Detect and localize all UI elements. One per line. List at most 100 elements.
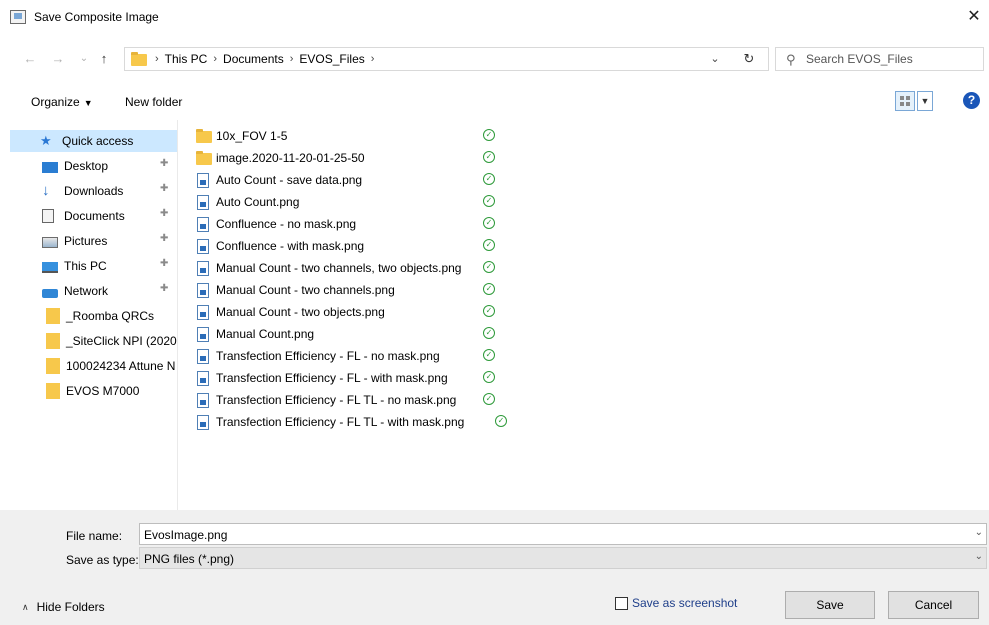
png-file-icon — [196, 304, 210, 320]
file-name: Auto Count - save data.png — [216, 173, 363, 187]
list-item[interactable]: Manual Count.png ✓ — [196, 324, 516, 344]
pin-icon[interactable]: ✚ — [160, 183, 168, 194]
file-name: Auto Count.png — [216, 195, 300, 209]
breadcrumb-this-pc[interactable]: This PC — [165, 52, 208, 66]
hide-folders-button[interactable]: ∧ Hide Folders — [22, 600, 105, 614]
file-name: Manual Count.png — [216, 327, 315, 341]
sync-status-icon: ✓ — [483, 393, 495, 405]
pin-icon[interactable]: ✚ — [160, 158, 168, 169]
list-item[interactable]: Transfection Efficiency - FL TL - no mas… — [196, 390, 516, 410]
command-bar: Organize ▼ New folder ▼ ? — [0, 88, 989, 116]
breadcrumb: › This PC › Documents › EVOS_Files › — [155, 52, 374, 66]
sidebar-item-attune[interactable]: 100024234 Attune N — [10, 355, 177, 377]
back-button[interactable]: ← — [22, 50, 38, 68]
folder-icon — [196, 150, 212, 166]
png-file-icon — [196, 238, 210, 254]
sync-status-icon: ✓ — [483, 217, 495, 229]
list-item[interactable]: image.2020-11-20-01-25-50 ✓ — [196, 148, 516, 168]
list-item[interactable]: Manual Count - two channels.png ✓ — [196, 280, 516, 300]
search-input[interactable] — [806, 51, 976, 67]
list-item[interactable]: 10x_FOV 1-5 ✓ — [196, 126, 516, 146]
search-box[interactable]: ⚲ — [775, 47, 984, 71]
sidebar-item-downloads[interactable]: ↓ Downloads ✚ — [10, 180, 177, 202]
sync-status-icon: ✓ — [483, 195, 495, 207]
sidebar-item-desktop[interactable]: Desktop ✚ — [10, 155, 177, 177]
sidebar-item-network[interactable]: Network ✚ — [10, 280, 177, 302]
folder-icon — [196, 128, 212, 144]
png-file-icon — [196, 282, 210, 298]
checkbox-box[interactable] — [615, 596, 628, 610]
window-title: Save Composite Image — [34, 10, 159, 24]
file-name-input[interactable] — [144, 527, 964, 542]
sidebar-item-siteclick-npi[interactable]: _SiteClick NPI (2020 — [10, 330, 177, 352]
chevron-down-icon[interactable]: ⌄ — [975, 527, 983, 538]
pin-icon[interactable]: ✚ — [160, 208, 168, 219]
organize-button[interactable]: Organize ▼ — [31, 95, 93, 109]
breadcrumb-documents[interactable]: Documents — [223, 52, 284, 66]
sidebar-item-quick-access[interactable]: ★ Quick access — [10, 130, 177, 152]
address-bar[interactable]: › This PC › Documents › EVOS_Files › ⌄ ↻ — [124, 47, 769, 71]
pin-icon[interactable]: ✚ — [160, 233, 168, 244]
file-name: Confluence - with mask.png — [216, 239, 365, 253]
folder-icon — [46, 383, 60, 399]
sync-status-icon: ✓ — [483, 371, 495, 383]
pin-icon[interactable]: ✚ — [160, 283, 168, 294]
cancel-button[interactable]: Cancel — [888, 591, 979, 619]
png-file-icon — [196, 172, 210, 188]
sync-status-icon: ✓ — [483, 239, 495, 251]
file-name: Transfection Efficiency - FL - with mask… — [216, 371, 448, 385]
save-button[interactable]: Save — [785, 591, 875, 619]
refresh-button[interactable]: ↻ — [740, 51, 758, 67]
sidebar-item-roomba-qrcs[interactable]: _Roomba QRCs — [10, 305, 177, 327]
list-item[interactable]: Manual Count - two objects.png ✓ — [196, 302, 516, 322]
up-button[interactable]: ↑ — [96, 50, 112, 68]
view-options-dropdown[interactable]: ▼ — [917, 91, 933, 111]
pin-icon[interactable]: ✚ — [160, 258, 168, 269]
png-file-icon — [196, 370, 210, 386]
sync-status-icon: ✓ — [483, 173, 495, 185]
png-file-icon — [196, 348, 210, 364]
view-grid-icon — [900, 96, 910, 106]
sidebar-item-label: EVOS M7000 — [66, 384, 140, 398]
help-icon[interactable]: ? — [963, 92, 980, 109]
file-name: Manual Count - two objects.png — [216, 305, 385, 319]
breadcrumb-separator[interactable]: › — [213, 53, 217, 65]
list-item[interactable]: Confluence - no mask.png ✓ — [196, 214, 516, 234]
save-as-screenshot-checkbox[interactable]: Save as screenshot — [615, 596, 737, 610]
list-item[interactable]: Confluence - with mask.png ✓ — [196, 236, 516, 256]
navigation-pane[interactable]: ★ Quick access Desktop ✚ ↓ Downloads ✚ D… — [0, 120, 178, 510]
sidebar-item-label: Network — [64, 284, 109, 298]
list-item[interactable]: Auto Count.png ✓ — [196, 192, 516, 212]
folder-icon — [46, 333, 60, 349]
address-dropdown-button[interactable]: ⌄ — [708, 52, 722, 65]
save-type-select[interactable]: PNG files (*.png) ⌄ — [139, 547, 987, 569]
list-item[interactable]: Auto Count - save data.png ✓ — [196, 170, 516, 190]
breadcrumb-separator[interactable]: › — [371, 53, 375, 65]
address-row: ← → ⌄ ↑ › This PC › Documents › EVOS_Fil… — [0, 44, 989, 74]
close-icon[interactable]: ✕ — [963, 6, 985, 28]
png-file-icon — [196, 260, 210, 276]
sidebar-item-label: This PC — [64, 259, 107, 273]
sidebar-item-this-pc[interactable]: This PC ✚ — [10, 255, 177, 277]
list-item[interactable]: Transfection Efficiency - FL - with mask… — [196, 368, 516, 388]
sidebar-item-evos-m7000[interactable]: EVOS M7000 — [10, 380, 177, 402]
organize-label: Organize — [31, 95, 80, 109]
sidebar-item-documents[interactable]: Documents ✚ — [10, 205, 177, 227]
sync-status-icon: ✓ — [483, 283, 495, 295]
breadcrumb-evos-files[interactable]: EVOS_Files — [299, 52, 364, 66]
new-folder-button[interactable]: New folder — [125, 95, 182, 109]
list-item[interactable]: Transfection Efficiency - FL TL - with m… — [196, 412, 516, 432]
sidebar-item-pictures[interactable]: Pictures ✚ — [10, 230, 177, 252]
save-as-screenshot-label[interactable]: Save as screenshot — [632, 596, 737, 610]
file-name-field[interactable]: ⌄ — [139, 523, 987, 545]
change-view-button[interactable] — [895, 91, 915, 111]
list-item[interactable]: Transfection Efficiency - FL - no mask.p… — [196, 346, 516, 366]
sync-status-icon: ✓ — [483, 261, 495, 273]
file-name-label: File name: — [66, 529, 123, 543]
sync-status-icon: ✓ — [483, 151, 495, 163]
recent-locations-button[interactable]: ⌄ — [76, 50, 92, 68]
breadcrumb-separator[interactable]: › — [290, 53, 294, 65]
forward-button[interactable]: → — [50, 50, 66, 68]
sidebar-item-label: Downloads — [64, 184, 124, 198]
list-item[interactable]: Manual Count - two channels, two objects… — [196, 258, 516, 278]
